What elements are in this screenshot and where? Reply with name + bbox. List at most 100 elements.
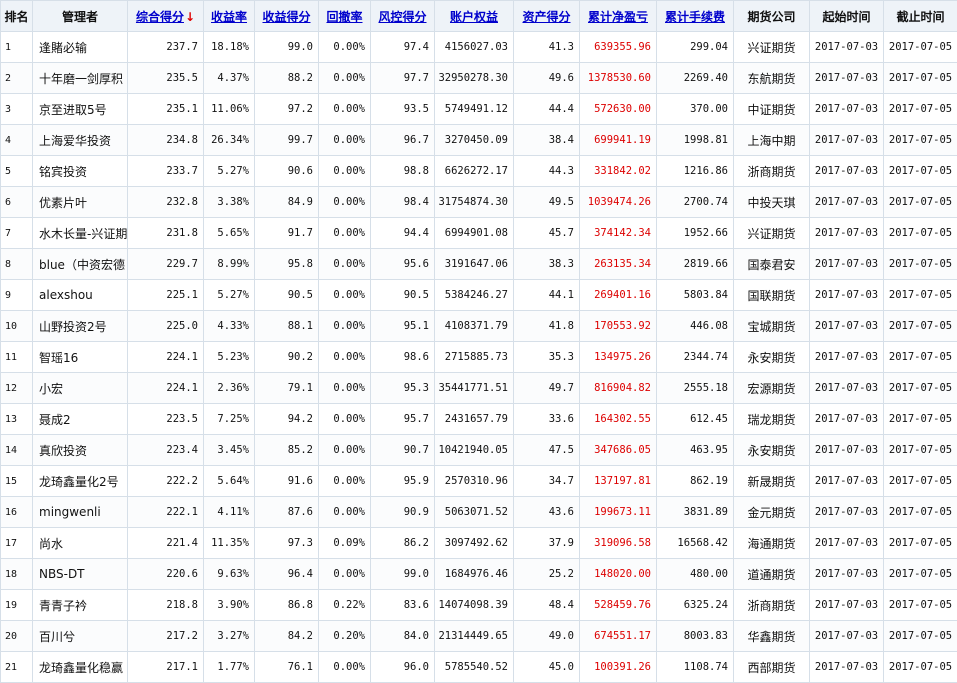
manager-link[interactable]: 百川兮 <box>39 630 75 644</box>
header-return-rate[interactable]: 收益率 <box>204 1 255 32</box>
table-row[interactable]: 2十年磨一剑厚积235.54.37%88.20.00%97.732950278.… <box>1 63 957 94</box>
header-composite-score[interactable]: 综合得分↓ <box>128 1 204 32</box>
manager-cell[interactable]: 龙琦鑫量化2号 <box>33 466 128 497</box>
return-score-cell: 97.2 <box>255 94 319 125</box>
header-drawdown-rate-link[interactable]: 回撤率 <box>326 10 362 24</box>
cum-fees-cell: 2269.40 <box>657 63 734 94</box>
manager-link[interactable]: NBS-DT <box>39 567 85 581</box>
rank-cell: 13 <box>1 404 33 435</box>
table-row[interactable]: 7水木长量-兴证期231.85.65%91.70.00%94.46994901.… <box>1 218 957 249</box>
drawdown-rate-cell: 0.00% <box>319 156 371 187</box>
table-row[interactable]: 19青青子衿218.83.90%86.80.22%83.614074098.39… <box>1 590 957 621</box>
return-score-cell: 76.1 <box>255 652 319 683</box>
cum-fees-cell: 2700.74 <box>657 187 734 218</box>
table-row[interactable]: 1逢賭必输237.718.18%99.00.00%97.44156027.034… <box>1 32 957 63</box>
header-risk-score-link[interactable]: 风控得分 <box>378 10 426 24</box>
table-row[interactable]: 5铭宾投资233.75.27%90.60.00%98.86626272.1744… <box>1 156 957 187</box>
table-row[interactable]: 4上海爱华投资234.826.34%99.70.00%96.73270450.0… <box>1 125 957 156</box>
manager-cell[interactable]: NBS-DT <box>33 559 128 590</box>
manager-cell[interactable]: 水木长量-兴证期 <box>33 218 128 249</box>
header-return-score[interactable]: 收益得分 <box>255 1 319 32</box>
table-row[interactable]: 21龙琦鑫量化稳赢217.11.77%76.10.00%96.05785540.… <box>1 652 957 683</box>
manager-cell[interactable]: blue（中资宏德 <box>33 249 128 280</box>
account-equity-cell: 32950278.30 <box>435 63 514 94</box>
header-composite-score-link[interactable]: 综合得分 <box>136 10 184 24</box>
manager-cell[interactable]: 上海爱华投资 <box>33 125 128 156</box>
manager-link[interactable]: 聂成2 <box>39 413 71 427</box>
manager-link[interactable]: 逢賭必输 <box>39 41 87 55</box>
header-return-score-link[interactable]: 收益得分 <box>262 10 310 24</box>
table-row[interactable]: 20百川兮217.23.27%84.20.20%84.021314449.654… <box>1 621 957 652</box>
manager-link[interactable]: 京至进取5号 <box>39 103 107 117</box>
manager-link[interactable]: 龙琦鑫量化稳赢 <box>39 661 123 675</box>
manager-cell[interactable]: 铭宾投资 <box>33 156 128 187</box>
header-drawdown-rate[interactable]: 回撤率 <box>319 1 371 32</box>
table-row[interactable]: 18NBS-DT220.69.63%96.40.00%99.01684976.4… <box>1 559 957 590</box>
table-row[interactable]: 14真欣投资223.43.45%85.20.00%90.710421940.05… <box>1 435 957 466</box>
header-account-equity[interactable]: 账户权益 <box>435 1 514 32</box>
header-return-rate-link[interactable]: 收益率 <box>211 10 247 24</box>
return-rate-cell: 5.65% <box>204 218 255 249</box>
manager-cell[interactable]: 京至进取5号 <box>33 94 128 125</box>
manager-cell[interactable]: 智瑶16 <box>33 342 128 373</box>
risk-score-cell: 98.4 <box>371 187 435 218</box>
table-row[interactable]: 17尚水221.411.35%97.30.09%86.23097492.6237… <box>1 528 957 559</box>
table-row[interactable]: 12小宏224.12.36%79.10.00%95.335441771.5149… <box>1 373 957 404</box>
header-cum-net-pnl[interactable]: 累计净盈亏 <box>580 1 657 32</box>
table-row[interactable]: 13聂成2223.57.25%94.20.00%95.72431657.7933… <box>1 404 957 435</box>
header-cum-fees-link[interactable]: 累计手续费 <box>665 10 725 24</box>
cum-fees-cell: 2344.74 <box>657 342 734 373</box>
manager-cell[interactable]: alexshou <box>33 280 128 311</box>
table-row[interactable]: 10山野投资2号225.04.33%88.10.00%95.14108371.7… <box>1 311 957 342</box>
manager-cell[interactable]: 尚水 <box>33 528 128 559</box>
sort-down-arrow-icon[interactable]: ↓ <box>185 10 195 24</box>
manager-link[interactable]: 水木长量-兴证期 <box>39 227 127 241</box>
manager-cell[interactable]: 逢賭必输 <box>33 32 128 63</box>
cum-net-pnl-cell: 639355.96 <box>580 32 657 63</box>
return-score-cell: 96.4 <box>255 559 319 590</box>
manager-link[interactable]: 青青子衿 <box>39 599 87 613</box>
manager-link[interactable]: 龙琦鑫量化2号 <box>39 475 119 489</box>
header-account-equity-link[interactable]: 账户权益 <box>450 10 498 24</box>
rank-cell: 4 <box>1 125 33 156</box>
manager-cell[interactable]: 优素片叶 <box>33 187 128 218</box>
table-row[interactable]: 8blue（中资宏德229.78.99%95.80.00%95.63191647… <box>1 249 957 280</box>
manager-link[interactable]: 智瑶16 <box>39 351 78 365</box>
manager-cell[interactable]: 山野投资2号 <box>33 311 128 342</box>
manager-cell[interactable]: 青青子衿 <box>33 590 128 621</box>
manager-link[interactable]: 十年磨一剑厚积 <box>39 72 123 86</box>
manager-link[interactable]: 小宏 <box>39 382 63 396</box>
manager-link[interactable]: 上海爱华投资 <box>39 134 111 148</box>
manager-cell[interactable]: mingwenli <box>33 497 128 528</box>
manager-link[interactable]: 优素片叶 <box>39 196 87 210</box>
table-row[interactable]: 11智瑶16224.15.23%90.20.00%98.62715885.733… <box>1 342 957 373</box>
asset-score-cell: 44.4 <box>514 94 580 125</box>
table-row[interactable]: 6优素片叶232.83.38%84.90.00%98.431754874.304… <box>1 187 957 218</box>
manager-link[interactable]: 山野投资2号 <box>39 320 107 334</box>
return-score-cell: 88.1 <box>255 311 319 342</box>
header-asset-score-link[interactable]: 资产得分 <box>522 10 570 24</box>
header-risk-score[interactable]: 风控得分 <box>371 1 435 32</box>
table-row[interactable]: 3京至进取5号235.111.06%97.20.00%93.55749491.1… <box>1 94 957 125</box>
futures-company-cell: 兴证期货 <box>734 32 810 63</box>
header-asset-score[interactable]: 资产得分 <box>514 1 580 32</box>
manager-cell[interactable]: 聂成2 <box>33 404 128 435</box>
header-cum-fees[interactable]: 累计手续费 <box>657 1 734 32</box>
manager-link[interactable]: alexshou <box>39 288 93 302</box>
manager-link[interactable]: 真欣投资 <box>39 444 87 458</box>
table-row[interactable]: 9alexshou225.15.27%90.50.00%90.55384246.… <box>1 280 957 311</box>
drawdown-rate-cell: 0.00% <box>319 280 371 311</box>
manager-cell[interactable]: 真欣投资 <box>33 435 128 466</box>
header-cum-net-pnl-link[interactable]: 累计净盈亏 <box>588 10 648 24</box>
manager-link[interactable]: blue（中资宏德 <box>39 258 125 272</box>
table-row[interactable]: 16mingwenli222.14.11%87.60.00%90.9506307… <box>1 497 957 528</box>
manager-link[interactable]: 铭宾投资 <box>39 165 87 179</box>
manager-link[interactable]: 尚水 <box>39 537 63 551</box>
manager-cell[interactable]: 百川兮 <box>33 621 128 652</box>
cum-fees-cell: 5803.84 <box>657 280 734 311</box>
manager-cell[interactable]: 小宏 <box>33 373 128 404</box>
table-row[interactable]: 15龙琦鑫量化2号222.25.64%91.60.00%95.92570310.… <box>1 466 957 497</box>
manager-cell[interactable]: 十年磨一剑厚积 <box>33 63 128 94</box>
manager-link[interactable]: mingwenli <box>39 505 101 519</box>
manager-cell[interactable]: 龙琦鑫量化稳赢 <box>33 652 128 683</box>
